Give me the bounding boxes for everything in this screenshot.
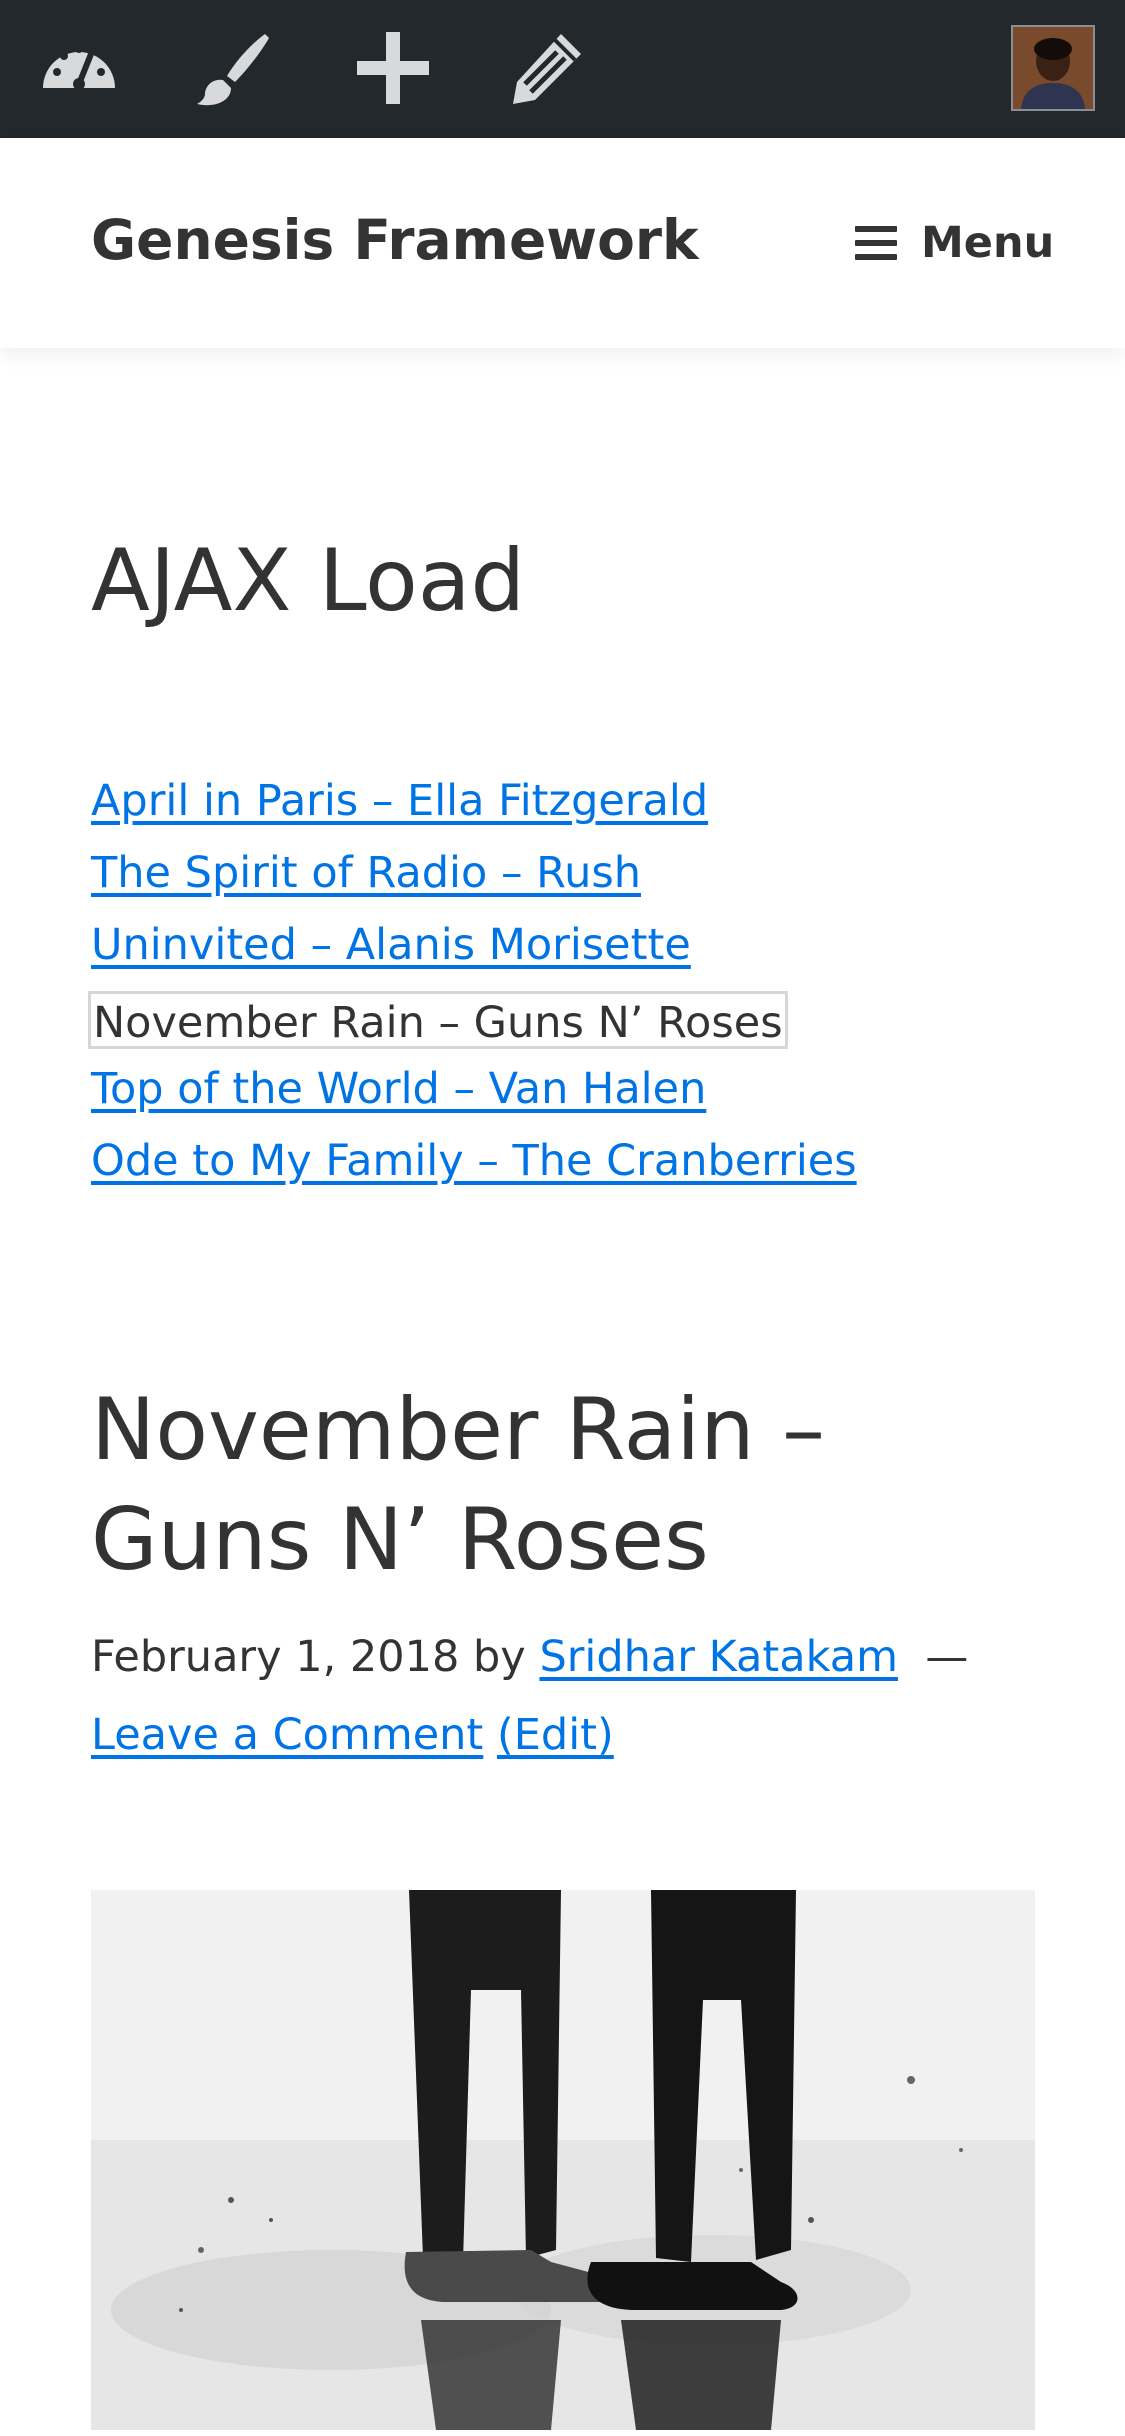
list-item: Top of the World – Van Halen (91, 1053, 857, 1125)
featured-image (91, 1890, 1035, 2430)
page-title: AJAX Load (91, 531, 526, 631)
song-link[interactable]: Ode to My Family – The Cranberries (91, 1136, 857, 1186)
dashboard-icon[interactable] (37, 26, 121, 110)
site-header: Genesis Framework Menu (0, 138, 1125, 348)
list-item: Ode to My Family – The Cranberries (91, 1125, 857, 1197)
current-song: November Rain – Guns N’ Roses (88, 990, 788, 1049)
post-meta: February 1, 2018 by Sridhar Katakam — Le… (91, 1618, 1051, 1774)
comment-link[interactable]: Leave a Comment (91, 1710, 483, 1760)
site-title[interactable]: Genesis Framework (91, 208, 699, 272)
song-link[interactable]: Uninvited – Alanis Morisette (91, 920, 691, 970)
post-date: February 1, 2018 (91, 1632, 460, 1682)
edit-link[interactable]: (Edit) (497, 1710, 614, 1760)
song-list: April in Paris – Ella Fitzgerald The Spi… (88, 765, 857, 1197)
menu-button[interactable]: Menu (855, 213, 1054, 273)
list-item: April in Paris – Ella Fitzgerald (91, 765, 857, 837)
meta-separator: — (925, 1632, 969, 1682)
author-link[interactable]: Sridhar Katakam (539, 1632, 898, 1682)
song-link[interactable]: April in Paris – Ella Fitzgerald (91, 776, 708, 826)
post-title: November Rain – Guns N’ Roses (91, 1380, 826, 1590)
user-avatar[interactable] (1011, 25, 1095, 111)
song-link[interactable]: The Spirit of Radio – Rush (91, 848, 641, 898)
hamburger-icon (855, 226, 897, 260)
edit-pencil-icon[interactable] (505, 26, 589, 110)
new-plus-icon[interactable] (351, 26, 435, 110)
post-by: by (473, 1632, 526, 1682)
customize-brush-icon[interactable] (191, 26, 275, 110)
admin-bar (0, 0, 1125, 138)
menu-label: Menu (921, 218, 1055, 268)
song-link[interactable]: Top of the World – Van Halen (91, 1064, 706, 1114)
list-item: Uninvited – Alanis Morisette (91, 909, 857, 981)
list-item: November Rain – Guns N’ Roses (88, 981, 857, 1053)
list-item: The Spirit of Radio – Rush (91, 837, 857, 909)
